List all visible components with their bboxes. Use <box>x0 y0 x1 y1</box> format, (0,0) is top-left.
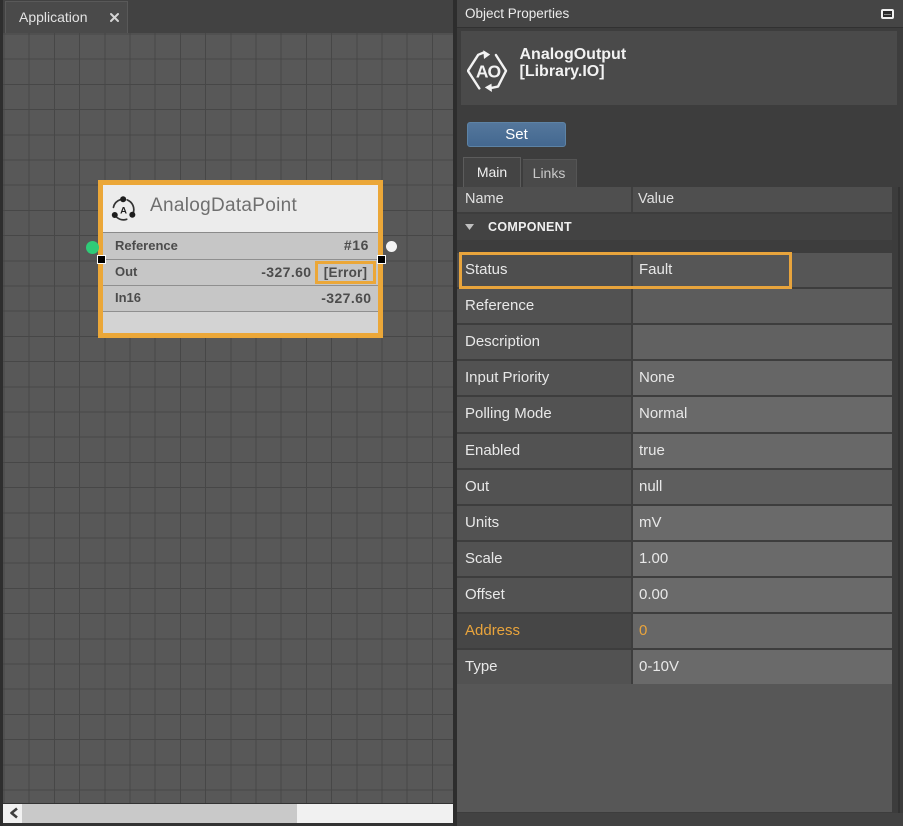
svg-text:A: A <box>120 205 127 216</box>
svg-text:AO: AO <box>476 62 501 82</box>
